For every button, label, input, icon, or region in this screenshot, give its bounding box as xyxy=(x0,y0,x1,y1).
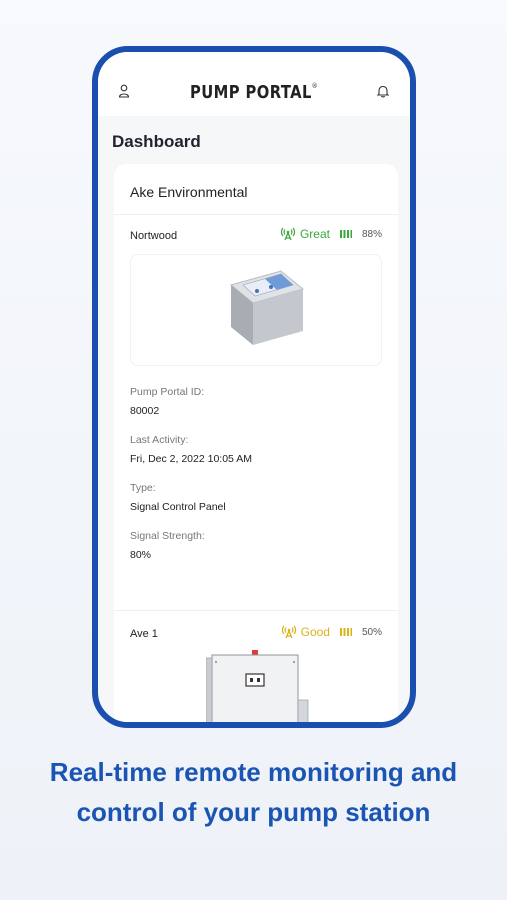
battery-percent: 50% xyxy=(361,626,382,638)
page-title: Dashboard xyxy=(112,132,201,151)
field-label: Pump Portal ID: xyxy=(130,386,205,398)
app-header: PUMP PORTAL® xyxy=(98,52,410,116)
station-card-ave-1[interactable]: Ave 1 Good 50% xyxy=(122,610,390,722)
field-value: Signal Control Panel xyxy=(130,501,226,513)
brand-logo: PUMP PORTAL® xyxy=(190,82,318,103)
panel-enclosure-illustration xyxy=(206,650,309,722)
field-label: Signal Strength: xyxy=(130,530,205,542)
signal-antenna-icon xyxy=(280,227,296,241)
phone-frame: PUMP PORTAL® Dashboard Ake Environmental… xyxy=(92,46,416,728)
control-box-illustration xyxy=(229,270,305,345)
signal-status: Great 88% xyxy=(280,227,382,241)
station-name: Nortwood xyxy=(130,230,178,242)
account-name[interactable]: Ake Environmental xyxy=(130,184,248,200)
field-value: 80% xyxy=(130,549,152,561)
signal-status: Good 50% xyxy=(281,625,382,639)
device-image xyxy=(130,254,382,366)
account-card: Ake Environmental Nortwood Great 88% Pum… xyxy=(114,164,398,722)
field-label: Last Activity: xyxy=(130,434,189,446)
field-value: Fri, Dec 2, 2022 10:05 AM xyxy=(130,453,252,465)
marketing-tagline: Real-time remote monitoring and control … xyxy=(49,757,458,827)
signal-bars-icon xyxy=(339,230,352,238)
signal-antenna-icon xyxy=(281,625,296,639)
signal-bars-icon xyxy=(339,628,352,636)
signal-label: Great xyxy=(299,227,330,241)
battery-percent: 88% xyxy=(361,228,382,240)
signal-label: Good xyxy=(300,625,330,639)
field-value: 80002 xyxy=(130,405,160,417)
field-label: Type: xyxy=(130,482,156,494)
bell-icon[interactable] xyxy=(376,84,390,98)
station-card-nortwood[interactable]: Nortwood Great 88% Pump Portal ID: 80002… xyxy=(122,214,390,562)
station-name: Ave 1 xyxy=(130,628,158,640)
